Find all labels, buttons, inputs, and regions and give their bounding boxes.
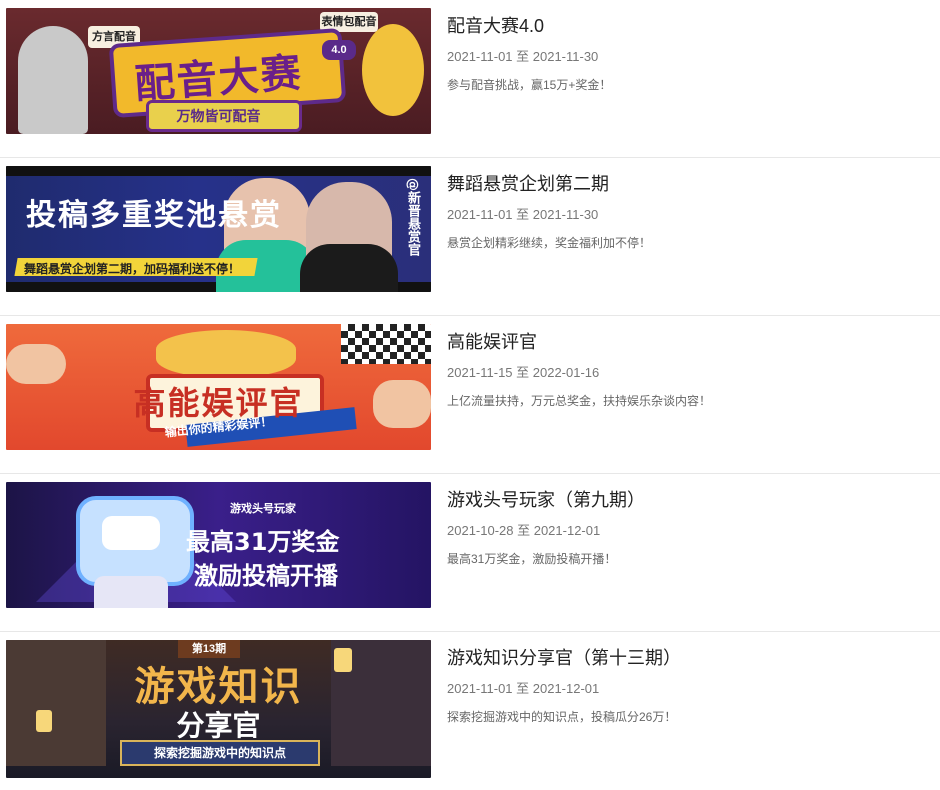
checker-pattern: [341, 324, 431, 364]
activity-description: 参与配音挑战，赢15万+奖金！: [447, 78, 612, 92]
version-badge: 4.0: [322, 40, 356, 60]
banner-tag: 游戏头号玩家: [230, 503, 296, 515]
activity-date: 2021-11-01 至 2021-11-30: [447, 49, 599, 64]
banner-subtitle: 万物皆可配音: [176, 109, 261, 125]
list-item[interactable]: 方言配音 表情包配音 配音大赛 4.0 万物皆可配音 配音大赛4.0 2021-…: [0, 0, 940, 158]
robot-body: [94, 576, 168, 608]
activity-title[interactable]: 游戏头号玩家（第九期）: [447, 486, 645, 512]
list-item[interactable]: 投稿多重奖池悬赏 舞蹈悬赏企划第二期，加码福利送不停！ @新晋悬赏官 舞蹈悬赏企…: [0, 158, 940, 316]
activity-title[interactable]: 游戏知识分享官（第十三期）: [447, 644, 681, 670]
activity-banner[interactable]: 游戏头号玩家 最高31万奖金 激励投稿开播: [6, 482, 431, 608]
activity-title[interactable]: 配音大赛4.0: [447, 12, 544, 38]
activity-banner[interactable]: 第13期 游戏知识 分享官 探索挖掘游戏中的知识点: [6, 640, 431, 778]
banner-subtitle: 激励投稿开播: [194, 562, 338, 590]
activity-banner[interactable]: 投稿多重奖池悬赏 舞蹈悬赏企划第二期，加码福利送不停！ @新晋悬赏官: [6, 166, 431, 292]
activity-description: 探索挖掘游戏中的知识点，投稿瓜分26万！: [447, 710, 677, 724]
activity-banner[interactable]: 高能娱评官 输出你的精彩娱评！: [6, 324, 431, 450]
banner-title: 投稿多重奖池悬赏: [26, 198, 282, 233]
banner-ribbon: 探索挖掘游戏中的知识点: [120, 740, 320, 766]
activity-title[interactable]: 高能娱评官: [447, 328, 537, 354]
banner-subtitle: 分享官: [176, 709, 261, 742]
activity-date: 2021-11-01 至 2021-11-30: [447, 207, 599, 222]
activity-date: 2021-10-28 至 2021-12-01: [447, 523, 601, 538]
activity-banner[interactable]: 方言配音 表情包配音 配音大赛 4.0 万物皆可配音: [6, 8, 431, 134]
person-photo: [300, 244, 398, 292]
banner-stripe: [6, 166, 431, 176]
list-item[interactable]: 第13期 游戏知识 分享官 探索挖掘游戏中的知识点 游戏知识分享官（第十三期） …: [0, 632, 940, 790]
people-illustration: [156, 330, 296, 378]
banner-title: 最高31万奖金: [186, 528, 340, 556]
activity-list: 方言配音 表情包配音 配音大赛 4.0 万物皆可配音 配音大赛4.0 2021-…: [0, 0, 940, 778]
banner-side-text: @新晋悬赏官: [405, 178, 420, 256]
activity-description: 悬赏企划精彩继续，奖金福利加不停！: [447, 236, 652, 250]
list-item[interactable]: 高能娱评官 输出你的精彩娱评！ 高能娱评官 2021-11-15 至 2022-…: [0, 316, 940, 474]
activity-date: 2021-11-01 至 2021-12-01: [447, 681, 600, 696]
activity-description: 上亿流量扶持，万元总奖金，扶持娱乐杂谈内容！: [447, 394, 712, 408]
list-item[interactable]: 游戏头号玩家 最高31万奖金 激励投稿开播 游戏头号玩家（第九期） 2021-1…: [0, 474, 940, 632]
robot-face: [102, 516, 160, 550]
activity-description: 最高31万奖金，激励投稿开播！: [447, 552, 617, 566]
activity-title[interactable]: 舞蹈悬赏企划第二期: [447, 170, 609, 196]
banner-subtitle: 舞蹈悬赏企划第二期，加码福利送不停！: [24, 262, 241, 276]
activity-date: 2021-11-15 至 2022-01-16: [447, 365, 600, 380]
